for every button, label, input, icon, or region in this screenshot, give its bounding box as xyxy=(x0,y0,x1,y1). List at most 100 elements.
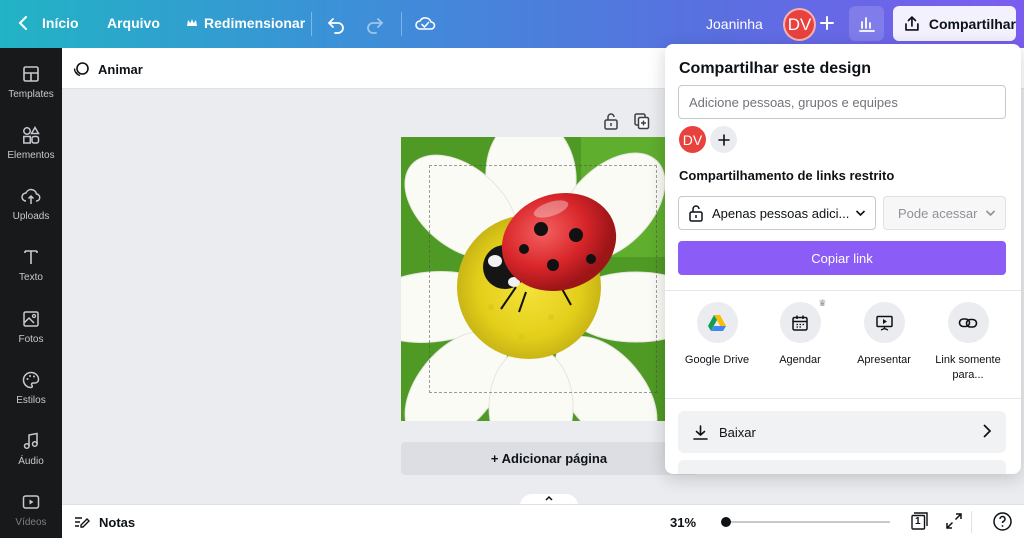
sidebar-item-styles[interactable]: Estilos xyxy=(0,370,62,406)
share-option-view-only-link[interactable]: Link somente para... xyxy=(923,302,1013,383)
chevron-left-icon xyxy=(18,16,27,30)
option-label: Google Drive xyxy=(684,354,750,366)
chevron-up-icon xyxy=(545,495,553,501)
sidebar-item-label: Uploads xyxy=(12,211,50,222)
help-icon[interactable] xyxy=(992,511,1013,532)
animate-icon xyxy=(73,62,89,77)
selection-guide xyxy=(429,165,657,393)
add-page-button[interactable]: + Adicionar página xyxy=(401,442,697,475)
share-label: Compartilhar xyxy=(928,15,1016,32)
permission-value: Pode acessar xyxy=(898,205,978,221)
lock-icon[interactable] xyxy=(603,112,619,130)
download-label: Baixar xyxy=(719,424,756,440)
templates-icon xyxy=(23,66,39,82)
calendar-icon xyxy=(792,315,808,331)
sidebar-item-label: Templates xyxy=(8,89,54,100)
download-icon xyxy=(693,424,708,440)
design-page[interactable] xyxy=(401,137,665,421)
sidebar-item-label: Áudio xyxy=(18,456,44,467)
avatar-initials: DV xyxy=(787,14,812,34)
download-button[interactable]: Baixar xyxy=(678,411,1006,453)
music-icon xyxy=(23,432,38,450)
divider xyxy=(665,398,1021,399)
sidebar-item-text[interactable]: Texto xyxy=(0,247,62,283)
sidebar-item-uploads[interactable]: Uploads xyxy=(0,186,62,222)
page-count: 1 xyxy=(915,516,921,527)
design-name[interactable]: Joaninha xyxy=(706,16,763,32)
fullscreen-icon[interactable] xyxy=(945,512,963,530)
google-drive-icon xyxy=(708,314,726,331)
resize-label: Redimensionar xyxy=(204,15,306,31)
left-sidebar: Templates Elementos Uploads Texto Fotos … xyxy=(0,48,62,538)
animate-button[interactable]: Animar xyxy=(72,60,143,78)
resize-button[interactable]: Redimensionar xyxy=(186,15,305,31)
share-option-google-drive[interactable]: Google Drive xyxy=(672,302,762,368)
separator xyxy=(311,12,312,36)
divider xyxy=(665,290,1021,291)
sidebar-item-label: Texto xyxy=(19,272,43,283)
sidebar-item-label: Fotos xyxy=(18,334,44,345)
collaborator-avatar[interactable]: DV xyxy=(679,126,706,153)
option-circle xyxy=(696,302,738,343)
link-access-select[interactable]: Apenas pessoas adici... xyxy=(678,196,876,230)
chevron-right-icon xyxy=(983,424,992,438)
top-bar: Início Arquivo Redimensionar Joaninha DV… xyxy=(0,0,1024,48)
avatar-initials: DV xyxy=(682,131,703,148)
share-button[interactable]: Compartilhar xyxy=(893,6,1016,41)
sidebar-item-label: Vídeos xyxy=(15,517,47,528)
link-icon xyxy=(958,317,978,328)
lock-icon xyxy=(689,205,703,222)
link-access-value: Apenas pessoas adici... xyxy=(712,205,850,221)
home-label: Início xyxy=(42,15,79,31)
file-menu-button[interactable]: Arquivo xyxy=(107,15,160,31)
design-name-label: Joaninha xyxy=(706,16,763,32)
sidebar-item-photos[interactable]: Fotos xyxy=(0,309,62,345)
separator xyxy=(401,12,402,36)
upload-icon xyxy=(21,188,41,204)
add-people-input[interactable] xyxy=(678,85,1006,119)
crown-icon xyxy=(187,19,197,26)
sidebar-item-templates[interactable]: Templates xyxy=(0,64,62,100)
share-panel-title: Compartilhar este design xyxy=(679,60,872,77)
redo-icon[interactable] xyxy=(365,14,385,34)
file-label: Arquivo xyxy=(107,15,160,31)
bottom-bar: Notas 31% 1 xyxy=(62,504,1024,538)
text-icon xyxy=(24,250,38,264)
option-label: Link somente para... xyxy=(935,354,1001,381)
notes-button[interactable]: Notas xyxy=(74,514,135,530)
zoom-slider-handle[interactable] xyxy=(721,517,731,527)
animate-label: Animar xyxy=(98,61,143,77)
share-option-schedule[interactable]: ♛ Agendar xyxy=(755,298,845,368)
permission-select: Pode acessar xyxy=(883,196,1006,230)
option-circle: ♛ xyxy=(779,298,827,343)
home-button[interactable]: Início xyxy=(16,15,79,31)
sidebar-item-elements[interactable]: Elementos xyxy=(0,125,62,161)
copy-link-button[interactable]: Copiar link xyxy=(678,241,1006,275)
notes-icon xyxy=(75,517,90,528)
sidebar-item-audio[interactable]: Áudio xyxy=(0,431,62,467)
video-icon xyxy=(22,495,40,509)
insights-button[interactable] xyxy=(849,6,884,41)
more-options-row[interactable] xyxy=(678,460,1006,474)
cloud-saved-icon[interactable] xyxy=(414,13,436,33)
page-count-button[interactable]: 1 xyxy=(910,511,930,531)
option-label: Apresentar xyxy=(857,354,911,366)
copy-link-label: Copiar link xyxy=(811,250,873,266)
add-collaborator-button[interactable] xyxy=(710,126,737,153)
user-avatar[interactable]: DV xyxy=(783,8,816,41)
undo-icon[interactable] xyxy=(326,14,346,34)
share-option-present[interactable]: Apresentar xyxy=(839,302,929,368)
duplicate-page-icon[interactable] xyxy=(633,112,650,130)
option-label: Agendar xyxy=(779,354,821,366)
separator xyxy=(971,511,972,533)
sidebar-item-label: Elementos xyxy=(7,150,55,161)
option-circle xyxy=(947,302,989,343)
sidebar-item-videos[interactable]: Vídeos xyxy=(0,492,62,528)
bar-chart-icon xyxy=(858,16,875,32)
photos-icon xyxy=(23,311,39,327)
chevron-down-icon xyxy=(985,210,996,217)
zoom-slider-track[interactable] xyxy=(726,521,890,523)
sidebar-item-label: Estilos xyxy=(16,395,46,406)
link-sharing-label: Compartilhamento de links restrito xyxy=(679,168,895,183)
add-collaborator-icon[interactable] xyxy=(820,16,834,30)
